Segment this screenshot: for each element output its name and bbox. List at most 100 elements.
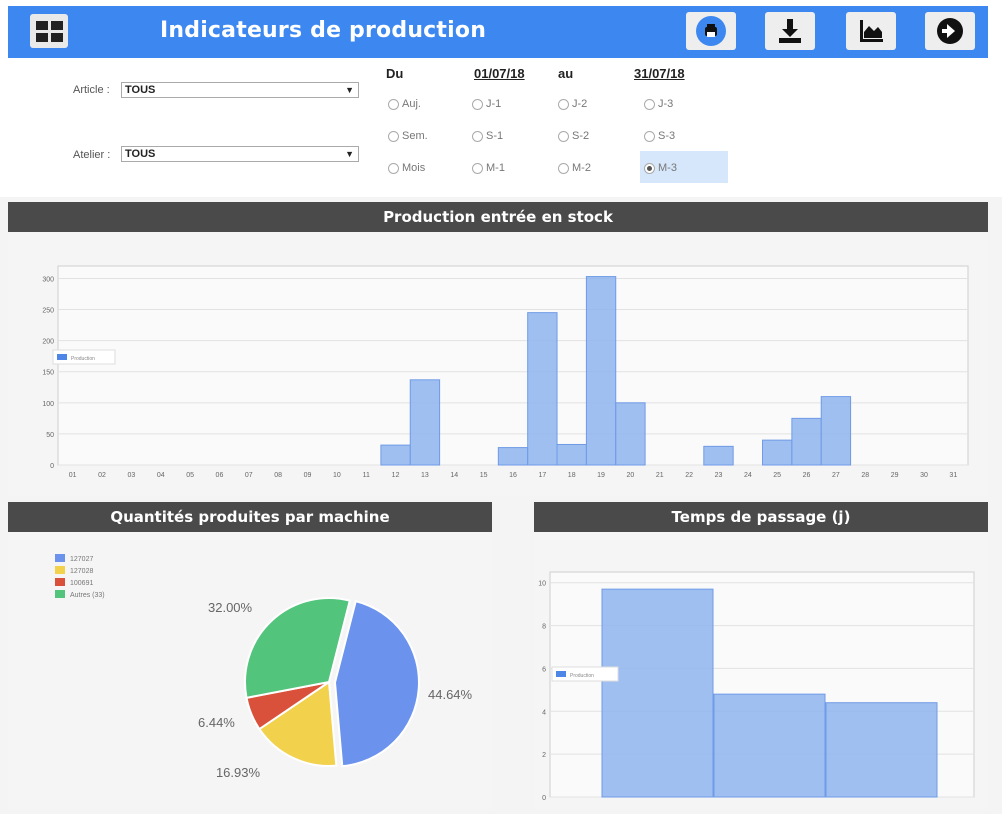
radio-mois[interactable]: Mois bbox=[388, 162, 425, 174]
x-tick-label: 26 bbox=[803, 472, 811, 479]
y-tick-label: 200 bbox=[42, 339, 54, 346]
article-label: Article : bbox=[73, 84, 110, 96]
header-bar: Indicateurs de production bbox=[8, 6, 988, 58]
radio-label: M-2 bbox=[572, 162, 591, 174]
radio-j-3[interactable]: J-3 bbox=[644, 98, 673, 110]
bar bbox=[791, 417, 822, 466]
radio-dot bbox=[472, 98, 483, 110]
x-tick-label: 21 bbox=[656, 472, 664, 479]
legend-swatch bbox=[55, 590, 65, 598]
legend-label: Autres (33) bbox=[70, 592, 105, 599]
article-value: TOUS bbox=[125, 84, 156, 96]
radio-dot bbox=[388, 130, 399, 142]
radio-m-3[interactable]: M-3 bbox=[644, 162, 677, 174]
radio-auj-[interactable]: Auj. bbox=[388, 98, 421, 110]
x-tick-label: 09 bbox=[304, 472, 312, 479]
x-tick-label: 02 bbox=[98, 472, 106, 479]
y-tick-label: 300 bbox=[42, 276, 54, 283]
radio-s-1[interactable]: S-1 bbox=[472, 130, 503, 142]
bar bbox=[601, 588, 714, 798]
section-machines-header: Quantités produites par machine bbox=[8, 502, 492, 532]
radio-j-2[interactable]: J-2 bbox=[558, 98, 587, 110]
article-select[interactable]: TOUS ▼ bbox=[121, 82, 359, 98]
bar bbox=[556, 443, 587, 466]
bar bbox=[497, 447, 529, 466]
x-tick-label: 22 bbox=[685, 472, 693, 479]
pie-value-label: 32.00% bbox=[208, 600, 253, 615]
pie-slice bbox=[333, 599, 420, 768]
x-tick-label: 05 bbox=[186, 472, 194, 479]
radio-dot bbox=[472, 130, 483, 142]
bar bbox=[409, 379, 441, 466]
radio-m-2[interactable]: M-2 bbox=[558, 162, 591, 174]
x-tick-label: 19 bbox=[597, 472, 605, 479]
radio-dot bbox=[558, 162, 569, 174]
x-tick-label: 17 bbox=[538, 472, 546, 479]
x-tick-label: 01 bbox=[69, 472, 77, 479]
radio-j-1[interactable]: J-1 bbox=[472, 98, 501, 110]
radio-dot bbox=[644, 98, 655, 110]
legend-swatch bbox=[55, 554, 65, 562]
bar bbox=[615, 402, 646, 466]
dropdown-arrow-icon: ▼ bbox=[345, 85, 354, 95]
x-tick-label: 24 bbox=[744, 472, 752, 479]
radio-label: J-3 bbox=[658, 98, 674, 110]
radio-m-1[interactable]: M-1 bbox=[472, 162, 505, 174]
radio-dot bbox=[558, 130, 569, 142]
radio-dot bbox=[388, 162, 399, 174]
legend-label: Production bbox=[71, 356, 95, 362]
passage-chart-panel: 0 2 4 6 8 10 Production bbox=[534, 532, 988, 809]
legend-label: 127027 bbox=[70, 556, 93, 563]
x-tick-label: 27 bbox=[832, 472, 840, 479]
x-tick-label: 04 bbox=[157, 472, 165, 479]
x-tick-label: 20 bbox=[627, 472, 635, 479]
atelier-select[interactable]: TOUS ▼ bbox=[121, 146, 359, 162]
x-tick-label: 16 bbox=[509, 472, 517, 479]
y-tick-label: 150 bbox=[42, 370, 54, 377]
x-tick-label: 07 bbox=[245, 472, 253, 479]
pie-value-label: 6.44% bbox=[198, 715, 235, 730]
y-tick-label: 10 bbox=[538, 581, 546, 588]
radio-label: J-2 bbox=[572, 98, 588, 110]
menu-grid-button[interactable] bbox=[30, 14, 68, 48]
legend-label: 127028 bbox=[70, 568, 93, 575]
legend-swatch bbox=[556, 671, 566, 677]
date-from[interactable]: 01/07/18 bbox=[474, 66, 525, 81]
y-tick-label: 0 bbox=[542, 795, 546, 802]
y-tick-label: 4 bbox=[542, 709, 546, 716]
bar bbox=[703, 445, 734, 466]
radio-label: S-2 bbox=[572, 130, 590, 142]
passage-bar-chart: 0 2 4 6 8 10 Production bbox=[538, 571, 975, 802]
x-tick-label: 13 bbox=[421, 472, 429, 479]
du-label: Du bbox=[386, 66, 404, 81]
radio-s-3[interactable]: S-3 bbox=[644, 130, 675, 142]
chart-button[interactable] bbox=[846, 12, 896, 50]
radio-sem-[interactable]: Sem. bbox=[388, 130, 428, 142]
download-button[interactable] bbox=[765, 12, 815, 50]
atelier-label: Atelier : bbox=[73, 149, 111, 161]
radio-label: S-1 bbox=[486, 130, 504, 142]
radio-label: S-3 bbox=[658, 130, 676, 142]
stock-chart-panel: 0 50 100 150 200 250 300 01 02 03 04 05 06 07 08 09 10 11… bbox=[8, 232, 988, 496]
radio-dot bbox=[388, 98, 399, 110]
radio-label: M-3 bbox=[658, 162, 677, 174]
x-tick-label: 06 bbox=[216, 472, 224, 479]
date-to[interactable]: 31/07/18 bbox=[634, 66, 685, 81]
radio-dot bbox=[558, 98, 569, 110]
bar bbox=[380, 444, 411, 466]
radio-s-2[interactable]: S-2 bbox=[558, 130, 589, 142]
page-title: Indicateurs de production bbox=[160, 18, 487, 43]
next-button[interactable] bbox=[925, 12, 975, 50]
bar bbox=[713, 693, 826, 798]
radio-label: J-1 bbox=[486, 98, 502, 110]
x-tick-label: 14 bbox=[450, 472, 458, 479]
x-tick-label: 10 bbox=[333, 472, 341, 479]
y-tick-label: 6 bbox=[542, 666, 546, 673]
print-button[interactable] bbox=[686, 12, 736, 50]
x-tick-label: 12 bbox=[392, 472, 400, 479]
y-tick-label: 100 bbox=[42, 401, 54, 408]
bar bbox=[585, 276, 617, 466]
section-passage-header: Temps de passage (j) bbox=[534, 502, 988, 532]
x-tick-label: 18 bbox=[568, 472, 576, 479]
x-tick-label: 28 bbox=[861, 472, 869, 479]
